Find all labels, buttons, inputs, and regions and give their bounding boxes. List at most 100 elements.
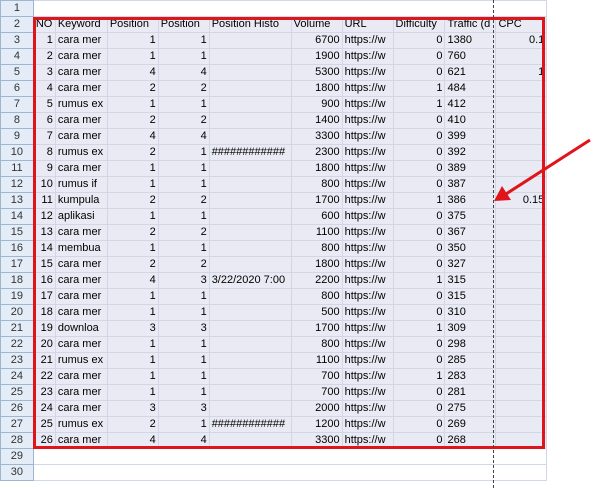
row-header[interactable]: 11 <box>0 160 34 177</box>
position-cell[interactable]: 1 <box>106 208 159 225</box>
row-header[interactable]: 1 <box>0 0 34 17</box>
traffic-cell[interactable]: 283 <box>444 368 497 385</box>
position-history-cell[interactable] <box>208 432 292 449</box>
difficulty-cell[interactable]: 0 <box>392 112 446 129</box>
volume-cell[interactable]: 1700 <box>290 192 343 209</box>
no-cell[interactable]: 13 <box>32 224 56 241</box>
position-cell[interactable]: 1 <box>106 160 159 177</box>
volume-cell[interactable]: 1800 <box>290 256 343 273</box>
row-header[interactable]: 28 <box>0 432 34 449</box>
traffic-cell[interactable]: 350 <box>444 240 497 257</box>
cpc-cell[interactable] <box>495 256 548 273</box>
url-cell[interactable]: https://w <box>341 176 394 193</box>
keyword-cell[interactable]: rumus ex <box>54 416 108 433</box>
volume-cell[interactable]: 600 <box>290 208 343 225</box>
traffic-cell[interactable]: 298 <box>444 336 497 353</box>
position-history-cell[interactable] <box>208 208 292 225</box>
column-header-cell[interactable]: Position <box>106 16 159 33</box>
difficulty-cell[interactable]: 0 <box>392 144 446 161</box>
keyword-cell[interactable]: cara mer <box>54 32 108 49</box>
position-cell[interactable]: 4 <box>157 128 210 145</box>
no-cell[interactable]: 22 <box>32 368 56 385</box>
row-header[interactable]: 14 <box>0 208 34 225</box>
traffic-cell[interactable]: 367 <box>444 224 497 241</box>
position-cell[interactable]: 1 <box>106 336 159 353</box>
traffic-cell[interactable]: 268 <box>444 432 497 449</box>
url-cell[interactable]: https://w <box>341 160 394 177</box>
row-header[interactable]: 24 <box>0 368 34 385</box>
row-header[interactable]: 27 <box>0 416 34 433</box>
position-cell[interactable]: 1 <box>106 352 159 369</box>
no-cell[interactable]: 12 <box>32 208 56 225</box>
keyword-cell[interactable]: cara mer <box>54 400 108 417</box>
volume-cell[interactable]: 2200 <box>290 272 343 289</box>
traffic-cell[interactable]: 315 <box>444 288 497 305</box>
keyword-cell[interactable]: cara mer <box>54 272 108 289</box>
difficulty-cell[interactable]: 0 <box>392 208 446 225</box>
row-header[interactable]: 13 <box>0 192 34 209</box>
traffic-cell[interactable]: 484 <box>444 80 497 97</box>
volume-cell[interactable]: 800 <box>290 240 343 257</box>
volume-cell[interactable]: 1800 <box>290 80 343 97</box>
volume-cell[interactable]: 5300 <box>290 64 343 81</box>
cpc-cell[interactable] <box>495 352 548 369</box>
no-cell[interactable]: 16 <box>32 272 56 289</box>
url-cell[interactable]: https://w <box>341 112 394 129</box>
row-header[interactable]: 6 <box>0 80 34 97</box>
difficulty-cell[interactable]: 0 <box>392 160 446 177</box>
traffic-cell[interactable]: 412 <box>444 96 497 113</box>
cpc-cell[interactable]: 0.15 <box>495 192 548 209</box>
traffic-cell[interactable]: 387 <box>444 176 497 193</box>
volume-cell[interactable]: 1700 <box>290 320 343 337</box>
difficulty-cell[interactable]: 0 <box>392 240 446 257</box>
volume-cell[interactable]: 6700 <box>290 32 343 49</box>
volume-cell[interactable]: 1800 <box>290 160 343 177</box>
column-header-cell[interactable]: URL <box>341 16 394 33</box>
no-cell[interactable]: 18 <box>32 304 56 321</box>
position-cell[interactable]: 1 <box>157 384 210 401</box>
row-header[interactable]: 16 <box>0 240 34 257</box>
no-cell[interactable]: 2 <box>32 48 56 65</box>
keyword-cell[interactable]: cara mer <box>54 256 108 273</box>
keyword-cell[interactable]: cara mer <box>54 112 108 129</box>
url-cell[interactable]: https://w <box>341 368 394 385</box>
keyword-cell[interactable]: cara mer <box>54 224 108 241</box>
position-cell[interactable]: 3 <box>106 400 159 417</box>
url-cell[interactable]: https://w <box>341 320 394 337</box>
cpc-cell[interactable] <box>495 240 548 257</box>
cpc-cell[interactable] <box>495 144 548 161</box>
row-header[interactable]: 17 <box>0 256 34 273</box>
keyword-cell[interactable]: aplikasi <box>54 208 108 225</box>
position-cell[interactable]: 1 <box>157 352 210 369</box>
keyword-cell[interactable]: cara mer <box>54 48 108 65</box>
position-cell[interactable]: 4 <box>157 64 210 81</box>
column-header-cell[interactable]: Position <box>157 16 210 33</box>
position-cell[interactable]: 1 <box>157 416 210 433</box>
position-cell[interactable]: 1 <box>106 368 159 385</box>
position-cell[interactable]: 2 <box>106 144 159 161</box>
row-header[interactable]: 10 <box>0 144 34 161</box>
position-cell[interactable]: 1 <box>157 336 210 353</box>
volume-cell[interactable]: 1100 <box>290 352 343 369</box>
position-cell[interactable]: 1 <box>106 240 159 257</box>
cpc-cell[interactable] <box>495 224 548 241</box>
no-cell[interactable]: 4 <box>32 80 56 97</box>
difficulty-cell[interactable]: 0 <box>392 384 446 401</box>
position-cell[interactable]: 2 <box>157 256 210 273</box>
empty-cell[interactable] <box>32 0 548 17</box>
traffic-cell[interactable]: 375 <box>444 208 497 225</box>
position-cell[interactable]: 4 <box>106 432 159 449</box>
difficulty-cell[interactable]: 0 <box>392 304 446 321</box>
traffic-cell[interactable]: 386 <box>444 192 497 209</box>
column-header-cell[interactable]: Volume <box>290 16 343 33</box>
row-header[interactable]: 30 <box>0 464 34 481</box>
difficulty-cell[interactable]: 0 <box>392 48 446 65</box>
row-header[interactable]: 26 <box>0 400 34 417</box>
volume-cell[interactable]: 2000 <box>290 400 343 417</box>
position-cell[interactable]: 2 <box>106 224 159 241</box>
url-cell[interactable]: https://w <box>341 352 394 369</box>
position-history-cell[interactable] <box>208 400 292 417</box>
cpc-cell[interactable] <box>495 432 548 449</box>
position-history-cell[interactable]: ############ <box>208 416 292 433</box>
traffic-cell[interactable]: 310 <box>444 304 497 321</box>
